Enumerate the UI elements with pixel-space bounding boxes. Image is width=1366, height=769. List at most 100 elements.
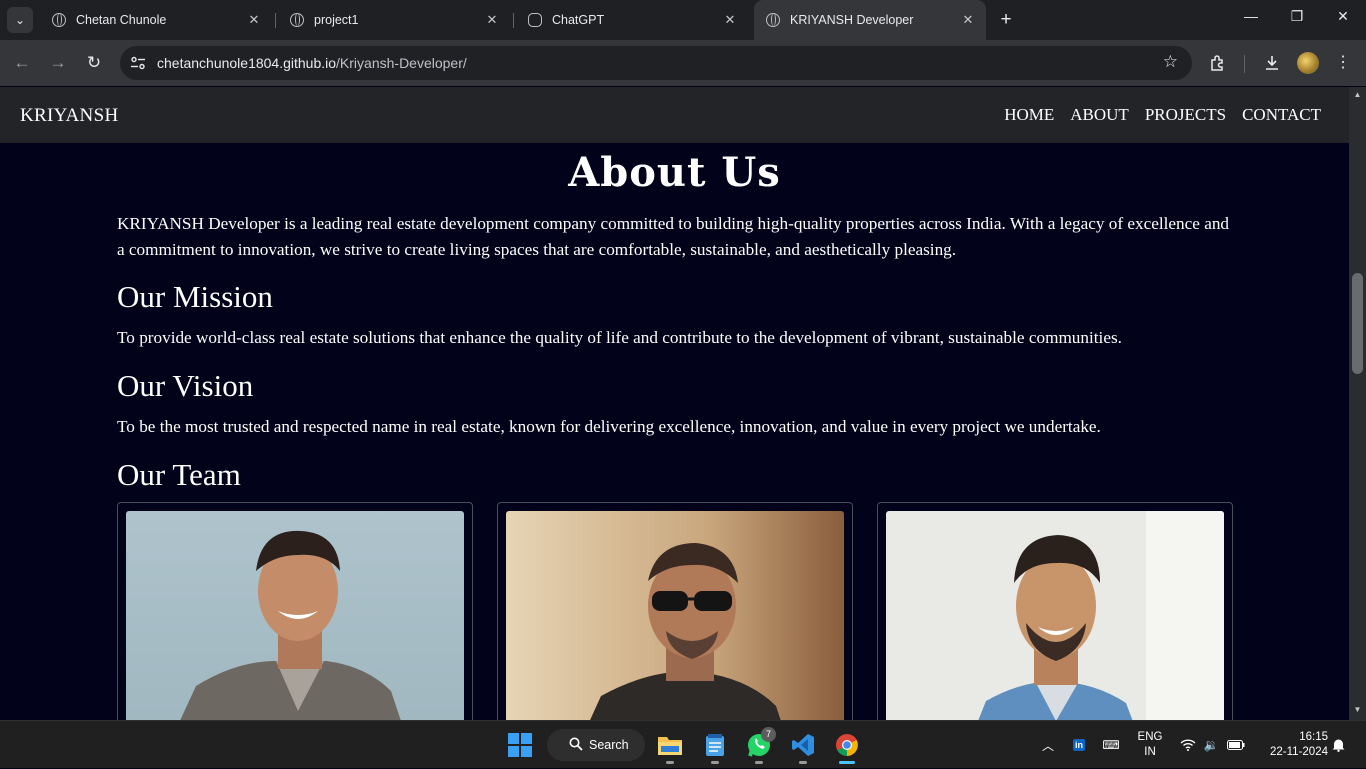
minimize-button[interactable]: — (1228, 8, 1274, 24)
windows-taskbar: Search 7 ︿ in ⌨ ENG IN 🔉 16:15 22-11-202… (0, 720, 1366, 768)
team-card (877, 502, 1233, 720)
arrow-left-icon: ← (13, 53, 31, 72)
show-hidden-icons-button[interactable]: ︿ (1038, 721, 1058, 769)
vscode-icon (792, 734, 814, 756)
tab-search-button[interactable]: ⌄ (7, 7, 33, 33)
reload-button[interactable]: ↻ (82, 51, 106, 75)
bookmark-star-icon[interactable]: ☆ (1163, 52, 1178, 72)
intro-paragraph: KRIYANSH Developer is a leading real est… (117, 214, 1230, 259)
tab-chatgpt[interactable]: ChatGPT ✕ (516, 6, 748, 34)
url-path: /Kriyansh-Developer/ (336, 55, 467, 71)
page-title: About Us (568, 149, 781, 196)
download-icon[interactable] (1260, 51, 1284, 75)
chrome-icon (836, 734, 858, 756)
vscode-app[interactable] (786, 729, 820, 764)
page-scrollbar[interactable]: ▲ ▼ (1349, 87, 1366, 720)
site-brand[interactable]: KRIYANSH (20, 105, 118, 127)
search-label: Search (589, 738, 629, 752)
tab-chetan-chunole[interactable]: Chetan Chunole ✕ (40, 6, 272, 34)
chrome-app[interactable] (830, 729, 864, 764)
tab-title: KRIYANSH Developer (790, 13, 914, 27)
nav-contact-link[interactable]: CONTACT (1242, 105, 1321, 125)
notepad-app[interactable] (698, 729, 732, 764)
browser-tab-bar: ⌄ Chetan Chunole ✕ project1 ✕ ChatGPT ✕ … (0, 0, 1366, 40)
minimize-icon: — (1244, 8, 1258, 24)
team-member-photo (126, 511, 464, 720)
restore-icon: ❐ (1290, 8, 1304, 24)
wifi-icon[interactable] (1178, 721, 1198, 769)
battery-icon[interactable] (1225, 721, 1247, 769)
globe-icon (766, 13, 780, 27)
nav-about-link[interactable]: ABOUT (1070, 105, 1129, 125)
tab-title: Chetan Chunole (76, 13, 167, 27)
scroll-up-icon[interactable]: ▲ (1349, 90, 1366, 99)
globe-icon (290, 13, 304, 27)
scrollbar-thumb[interactable] (1352, 273, 1363, 374)
about-section: About Us KRIYANSH Developer is a leading… (0, 143, 1349, 720)
start-button[interactable] (503, 729, 537, 761)
notification-bell-icon[interactable] (1329, 721, 1347, 769)
close-icon[interactable]: ✕ (244, 12, 264, 28)
restore-button[interactable]: ❐ (1274, 8, 1320, 25)
close-icon[interactable]: ✕ (720, 12, 740, 28)
chatgpt-icon (528, 13, 542, 27)
url-host: chetanchunole1804.github.io (157, 55, 337, 71)
team-member-photo (506, 511, 844, 720)
search-icon (569, 737, 583, 754)
site-info-icon[interactable] (130, 55, 146, 71)
vision-heading: Our Vision (117, 368, 254, 403)
windows-logo-icon (508, 733, 532, 757)
close-icon[interactable]: ✕ (482, 12, 502, 28)
taskbar-search[interactable]: Search (547, 729, 645, 761)
nav-links: HOME ABOUT PROJECTS CONTACT (1004, 105, 1321, 125)
forward-button[interactable]: → (46, 51, 70, 75)
clock-time: 16:15 (1299, 731, 1328, 743)
mission-heading: Our Mission (117, 279, 273, 314)
arrow-right-icon: → (49, 53, 67, 72)
tab-kriyansh-developer[interactable]: KRIYANSH Developer ✕ (754, 0, 986, 40)
globe-icon (52, 13, 66, 27)
linkedin-tray-icon[interactable]: in (1068, 721, 1090, 769)
back-button[interactable]: ← (10, 51, 34, 75)
profile-avatar[interactable] (1297, 52, 1319, 74)
system-clock[interactable]: 16:15 22-11-2024 (1256, 730, 1328, 760)
browser-toolbar: ← → ↻ chetanchunole1804.github.io/Kriyan… (0, 40, 1366, 86)
notepad-icon (706, 734, 724, 756)
window-close-button[interactable]: ✕ (1320, 8, 1366, 25)
tab-title: ChatGPT (552, 13, 605, 27)
tab-project1[interactable]: project1 ✕ (278, 6, 510, 34)
more-menu-icon[interactable]: ⋮ (1331, 51, 1355, 75)
nav-projects-link[interactable]: PROJECTS (1145, 105, 1226, 125)
chevron-up-icon: ︿ (1041, 738, 1054, 753)
team-heading: Our Team (117, 457, 241, 492)
team-member-photo (886, 511, 1224, 720)
notification-badge: 7 (761, 727, 776, 742)
region-code: IN (1144, 746, 1156, 758)
mission-text: To provide world-class real estate solut… (117, 328, 1122, 347)
volume-icon[interactable]: 🔉 (1201, 721, 1221, 769)
folder-icon (658, 737, 682, 755)
nav-home-link[interactable]: HOME (1004, 105, 1054, 125)
team-card (117, 502, 473, 720)
extensions-icon[interactable] (1206, 51, 1230, 75)
team-card (497, 502, 853, 720)
file-explorer-app[interactable] (653, 729, 687, 764)
whatsapp-app[interactable]: 7 (742, 727, 776, 764)
site-navbar: KRIYANSH HOME ABOUT PROJECTS CONTACT (0, 87, 1349, 143)
chevron-down-icon: ⌄ (14, 13, 26, 27)
clock-date: 22-11-2024 (1270, 746, 1328, 758)
toolbar-divider (1244, 55, 1245, 73)
close-icon[interactable]: ✕ (958, 12, 978, 28)
keyboard-icon[interactable]: ⌨ (1100, 721, 1122, 769)
url-text[interactable]: chetanchunole1804.github.io/Kriyansh-Dev… (157, 55, 467, 71)
address-bar[interactable]: chetanchunole1804.github.io/Kriyansh-Dev… (120, 46, 1192, 80)
language-indicator[interactable]: ENG IN (1135, 730, 1165, 760)
language-code: ENG (1137, 731, 1163, 743)
close-icon: ✕ (1337, 8, 1349, 24)
new-tab-button[interactable]: + (996, 9, 1016, 31)
plus-icon: + (1000, 9, 1012, 30)
tab-divider (513, 13, 514, 28)
scroll-down-icon[interactable]: ▼ (1349, 705, 1366, 714)
reload-icon: ↻ (86, 53, 102, 72)
tab-title: project1 (314, 13, 359, 27)
